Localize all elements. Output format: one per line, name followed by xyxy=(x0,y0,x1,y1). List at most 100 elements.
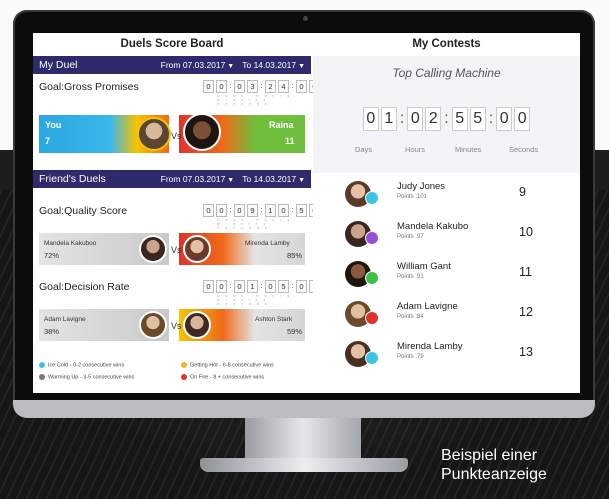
timer-colon: : xyxy=(399,110,405,127)
timer-colon: : xyxy=(260,281,263,290)
player-rank: 9 xyxy=(519,185,526,199)
timer-digit: 0 xyxy=(362,107,379,131)
p2-name: Ashton Stark xyxy=(255,316,293,323)
timer-digit: 0 xyxy=(234,204,245,217)
player-points: Points :79 xyxy=(397,354,424,360)
timer-colon: : xyxy=(260,81,263,90)
duel-goal: Goal:Quality Score xyxy=(39,205,128,217)
my-duel-from-dropdown[interactable]: From 07.03.2017 xyxy=(161,60,235,70)
my-duel-title: My Duel xyxy=(39,59,78,71)
legend-label: Ice Cold - 0-2 consecutive wins xyxy=(48,362,125,369)
days-label: Days xyxy=(355,145,373,154)
player-name: Judy Jones xyxy=(397,181,446,192)
player1-score: 7 xyxy=(45,136,51,146)
p2-avatar xyxy=(183,311,211,339)
minutes-label: Minutes xyxy=(455,145,482,154)
streak-badge-icon xyxy=(365,311,379,325)
my-duel-goal: Goal:Gross Promises xyxy=(39,81,139,93)
legend-label: Warming Up - 3-5 consecutive wins xyxy=(48,374,135,381)
player-rank: 11 xyxy=(519,265,532,279)
timer-digit: 0 xyxy=(234,280,245,293)
friends-duels-to-dropdown[interactable]: To 14.03.2017 xyxy=(242,174,305,184)
timer-digit: 0 xyxy=(216,204,227,217)
timer-colon: : xyxy=(229,81,232,90)
friend-duel-card[interactable]: Mandela Kakuboo 72% Vs Mirenda Lamby 85% xyxy=(39,233,305,265)
friend-duel-card[interactable]: Adam Lavigne 38% Vs Ashton Stark 59% xyxy=(39,309,305,341)
duel-timer: 0 0 : 0 9 : 1 0 : 5 0 xyxy=(203,204,320,217)
player-name: Mirenda Lamby xyxy=(397,341,463,352)
player-rank: 12 xyxy=(519,305,533,319)
hours-label: Hours xyxy=(405,145,426,154)
caption: Beispiel einer Punkteanzeige xyxy=(441,446,547,484)
timer-digit: 0 xyxy=(265,280,276,293)
friends-duels-from-dropdown[interactable]: From 07.03.2017 xyxy=(161,174,235,184)
monitor-screen: Duels Score Board My Duel From 07.03.201… xyxy=(33,33,580,393)
player-name: William Gant xyxy=(397,261,451,272)
leaderboard-row[interactable]: Mandela Kakubo Points :97 10 xyxy=(313,217,580,257)
timer-digit: 0 xyxy=(203,80,214,93)
timer-colon: : xyxy=(291,205,294,214)
timer-colon: : xyxy=(291,81,294,90)
caption-line2: Punkteanzeige xyxy=(441,466,547,483)
timer-digit: 0 xyxy=(296,280,307,293)
player-name: Mandela Kakubo xyxy=(397,221,469,232)
legend-label: Getting Hot - 6-8 consecutive wins xyxy=(190,362,274,369)
player2-avatar xyxy=(183,113,221,151)
timer-colon: : xyxy=(229,281,232,290)
p2-percent: 59% xyxy=(287,327,303,336)
my-duel-timer-labels: Days Hours Minutes Seconds xyxy=(217,94,296,106)
friends-duels-bar: Friend's Duels From 07.03.2017 To 14.03.… xyxy=(33,170,311,188)
legend-item: Warming Up - 3-5 consecutive wins xyxy=(39,374,134,380)
p1-percent: 38% xyxy=(44,327,60,336)
timer-digit: 1 xyxy=(380,107,397,131)
timer-digit: 4 xyxy=(278,80,289,93)
streak-badge-icon xyxy=(365,191,379,205)
timer-digit: 0 xyxy=(496,107,513,131)
player-name: Adam Lavigne xyxy=(397,301,458,312)
timer-digit: 3 xyxy=(247,80,258,93)
timer-digit: 5 xyxy=(278,280,289,293)
leaderboard-row[interactable]: Mirenda Lamby Points :79 13 xyxy=(313,337,580,377)
timer-digit: 2 xyxy=(265,80,276,93)
timer-digit: 9 xyxy=(247,204,258,217)
p1-name: Mandela Kakuboo xyxy=(44,240,97,247)
player-rank: 10 xyxy=(519,225,533,239)
p2-avatar xyxy=(183,235,211,263)
timer-digit: 0 xyxy=(203,204,214,217)
vs-label: Vs xyxy=(171,131,182,141)
timer-digit: 0 xyxy=(514,107,531,131)
timer-digit: 0 xyxy=(296,80,307,93)
monitor-foot xyxy=(200,458,408,472)
timer-digit: 0 xyxy=(407,107,424,131)
monitor-stand xyxy=(245,418,361,460)
getting-hot-dot-icon xyxy=(181,362,187,368)
leaderboard-row[interactable]: Judy Jones Points :101 9 xyxy=(313,177,580,217)
my-duel-timer: 0 0 : 0 3 : 2 4 : 0 0 xyxy=(203,80,320,93)
player-points: Points :97 xyxy=(397,234,424,240)
seconds-label: Seconds xyxy=(509,145,539,154)
duels-board-title: Duels Score Board xyxy=(120,38,224,50)
ice-cold-dot-icon xyxy=(39,362,45,368)
vs-label: Vs xyxy=(171,245,182,255)
on-fire-dot-icon xyxy=(181,374,187,380)
player1-name: You xyxy=(45,120,62,130)
timer-colon: : xyxy=(260,205,263,214)
camera-icon xyxy=(303,16,308,21)
warming-up-dot-icon xyxy=(39,374,45,380)
leaderboard-row[interactable]: Adam Lavigne Points :84 12 xyxy=(313,297,580,337)
player-points: Points :84 xyxy=(397,314,424,320)
leaderboard-row[interactable]: William Gant Points :91 11 xyxy=(313,257,580,297)
timer-digit: 0 xyxy=(216,80,227,93)
my-duel-to-dropdown[interactable]: To 14.03.2017 xyxy=(242,60,305,70)
player-points: Points :91 xyxy=(397,274,424,280)
my-duel-card[interactable]: You 7 Vs Raina 11 xyxy=(39,113,305,153)
friends-duels-title: Friend's Duels xyxy=(39,173,106,185)
duel-goal: Goal:Decision Rate xyxy=(39,281,130,293)
timer-colon: : xyxy=(291,281,294,290)
player1-avatar xyxy=(137,117,171,151)
timer-digit: 1 xyxy=(265,204,276,217)
timer-digit: 0 xyxy=(234,80,245,93)
timer-digit: 2 xyxy=(425,107,442,131)
player2-name: Raina xyxy=(269,120,294,130)
timer-digit: 5 xyxy=(296,204,307,217)
